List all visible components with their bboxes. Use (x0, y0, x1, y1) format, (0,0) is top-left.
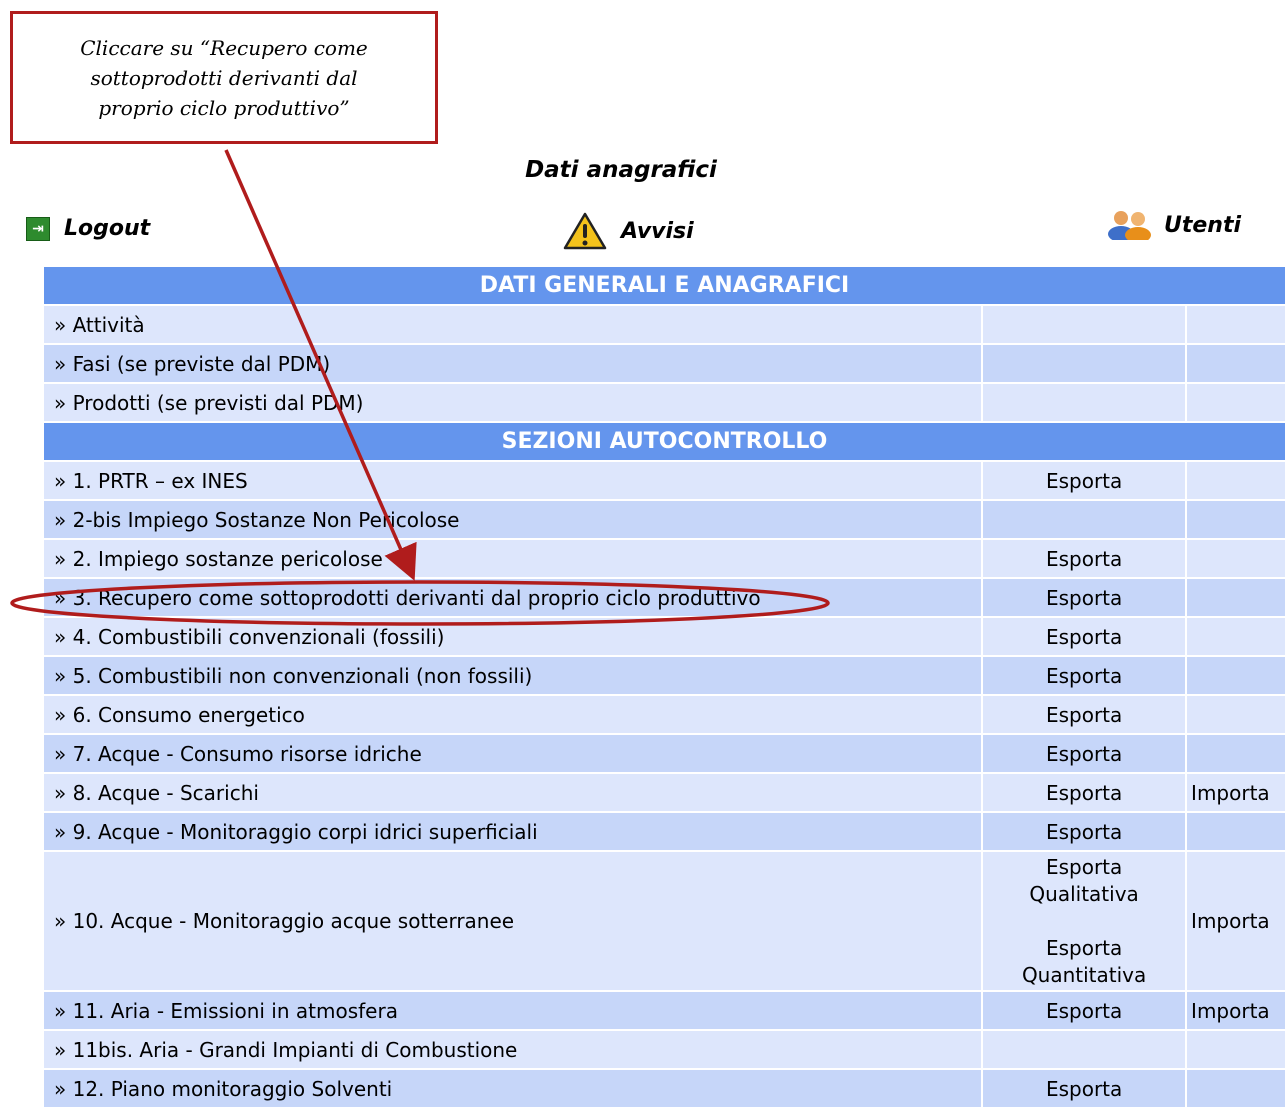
page-title: Dati anagrafici (525, 157, 717, 183)
export-link[interactable]: Esporta (981, 657, 1186, 694)
import-cell (1185, 462, 1285, 499)
menu-link-solventi[interactable]: » 12. Piano monitoraggio Solventi (44, 1070, 982, 1107)
import-cell (1185, 618, 1285, 655)
avvisi-link[interactable]: Avvisi (563, 212, 694, 250)
export-cell (981, 306, 1186, 343)
menu-link-prtr[interactable]: » 1. PRTR – ex INES (44, 462, 982, 499)
table-row: » 8. Acque - Scarichi Esporta Importa (44, 774, 1285, 811)
export-cell (981, 345, 1186, 382)
menu-link-combustibili-non-convenzionali[interactable]: » 5. Combustibili non convenzionali (non… (44, 657, 982, 694)
menu-link-recupero-sottoprodotti[interactable]: » 3. Recupero come sottoprodotti derivan… (44, 579, 982, 616)
menu-link-emissioni-atmosfera[interactable]: » 11. Aria - Emissioni in atmosfera (44, 992, 982, 1029)
menu-link-scarichi[interactable]: » 8. Acque - Scarichi (44, 774, 982, 811)
export-link[interactable]: Esporta (981, 774, 1186, 811)
table-row: » 11. Aria - Emissioni in atmosfera Espo… (44, 992, 1285, 1029)
import-cell (1185, 579, 1285, 616)
table-row: » 11bis. Aria - Grandi Impianti di Combu… (44, 1031, 1285, 1068)
export-cell-multi: Esporta Qualitativa Esporta Quantitativa (981, 852, 1186, 990)
export-link[interactable]: Esporta (981, 813, 1186, 850)
menu-link-combustibili-convenzionali[interactable]: » 4. Combustibili convenzionali (fossili… (44, 618, 982, 655)
table-row: » 7. Acque - Consumo risorse idriche Esp… (44, 735, 1285, 772)
import-cell (1185, 657, 1285, 694)
export-link[interactable]: Esporta (981, 696, 1186, 733)
warning-icon (563, 212, 607, 250)
section-header-autocontrollo: SEZIONI AUTOCONTROLLO (44, 423, 1285, 460)
import-link[interactable]: Importa (1185, 992, 1285, 1029)
table-row: » 5. Combustibili non convenzionali (non… (44, 657, 1285, 694)
top-nav: ⇥ Logout Avvisi Utenti (0, 208, 1285, 258)
section-header-general: DATI GENERALI E ANAGRAFICI (44, 267, 1285, 304)
menu-link-prodotti[interactable]: » Prodotti (se previsti dal PDM) (44, 384, 982, 421)
table-row: » 6. Consumo energetico Esporta (44, 696, 1285, 733)
import-cell (1185, 501, 1285, 538)
export-qualitativa-link[interactable]: Esporta Qualitativa (983, 854, 1185, 908)
export-link[interactable]: Esporta (981, 618, 1186, 655)
import-cell (1185, 1031, 1285, 1068)
menu-link-fasi[interactable]: » Fasi (se previste dal PDM) (44, 345, 982, 382)
table-row: » 10. Acque - Monitoraggio acque sotterr… (44, 852, 1285, 990)
table-row: » 1. PRTR – ex INES Esporta (44, 462, 1285, 499)
avvisi-label: Avvisi (621, 218, 694, 244)
menu-link-corpi-idrici[interactable]: » 9. Acque - Monitoraggio corpi idrici s… (44, 813, 982, 850)
export-link[interactable]: Esporta (981, 540, 1186, 577)
import-cell (1185, 735, 1285, 772)
export-link[interactable]: Esporta (981, 735, 1186, 772)
table-row: » Attività (44, 306, 1285, 343)
export-link[interactable]: Esporta (981, 579, 1186, 616)
import-cell (1185, 384, 1285, 421)
utenti-link[interactable]: Utenti (1106, 210, 1241, 240)
menu-link-sostanze-non-pericolose[interactable]: » 2-bis Impiego Sostanze Non Pericolose (44, 501, 982, 538)
exit-icon: ⇥ (26, 216, 50, 241)
import-cell (1185, 306, 1285, 343)
menu-table: DATI GENERALI E ANAGRAFICI » Attività » … (44, 265, 1285, 1109)
import-link[interactable]: Importa (1185, 774, 1285, 811)
menu-link-consumo-energetico[interactable]: » 6. Consumo energetico (44, 696, 982, 733)
logout-link[interactable]: ⇥ Logout (26, 216, 150, 241)
table-row: » 2. Impiego sostanze pericolose Esporta (44, 540, 1285, 577)
menu-link-acque-sotterranee[interactable]: » 10. Acque - Monitoraggio acque sotterr… (44, 852, 982, 990)
import-cell (1185, 540, 1285, 577)
table-row: » 12. Piano monitoraggio Solventi Esport… (44, 1070, 1285, 1107)
table-row: » 2-bis Impiego Sostanze Non Pericolose (44, 501, 1285, 538)
import-cell (1185, 813, 1285, 850)
menu-link-sostanze-pericolose[interactable]: » 2. Impiego sostanze pericolose (44, 540, 982, 577)
import-cell (1185, 1070, 1285, 1107)
table-row: » 9. Acque - Monitoraggio corpi idrici s… (44, 813, 1285, 850)
export-link[interactable]: Esporta (981, 992, 1186, 1029)
menu-link-risorse-idriche[interactable]: » 7. Acque - Consumo risorse idriche (44, 735, 982, 772)
table-row: » 4. Combustibili convenzionali (fossili… (44, 618, 1285, 655)
export-link[interactable]: Esporta (981, 462, 1186, 499)
users-icon (1108, 211, 1151, 240)
import-cell (1185, 696, 1285, 733)
export-cell (981, 1031, 1186, 1068)
export-cell (981, 384, 1186, 421)
menu-link-attivita[interactable]: » Attività (44, 306, 982, 343)
utenti-label: Utenti (1164, 212, 1242, 238)
instruction-callout: Cliccare su “Recupero come sottoprodotti… (10, 11, 438, 144)
import-cell (1185, 345, 1285, 382)
export-link[interactable]: Esporta (981, 1070, 1186, 1107)
export-cell (981, 501, 1186, 538)
import-link[interactable]: Importa (1185, 852, 1285, 990)
export-quantitativa-link[interactable]: Esporta Quantitativa (983, 935, 1185, 989)
table-row: » Prodotti (se previsti dal PDM) (44, 384, 1285, 421)
callout-text: Cliccare su “Recupero come sottoprodotti… (80, 35, 368, 120)
table-row: » 3. Recupero come sottoprodotti derivan… (44, 579, 1285, 616)
table-row: » Fasi (se previste dal PDM) (44, 345, 1285, 382)
menu-link-grandi-impianti[interactable]: » 11bis. Aria - Grandi Impianti di Combu… (44, 1031, 982, 1068)
logout-label: Logout (64, 216, 151, 241)
